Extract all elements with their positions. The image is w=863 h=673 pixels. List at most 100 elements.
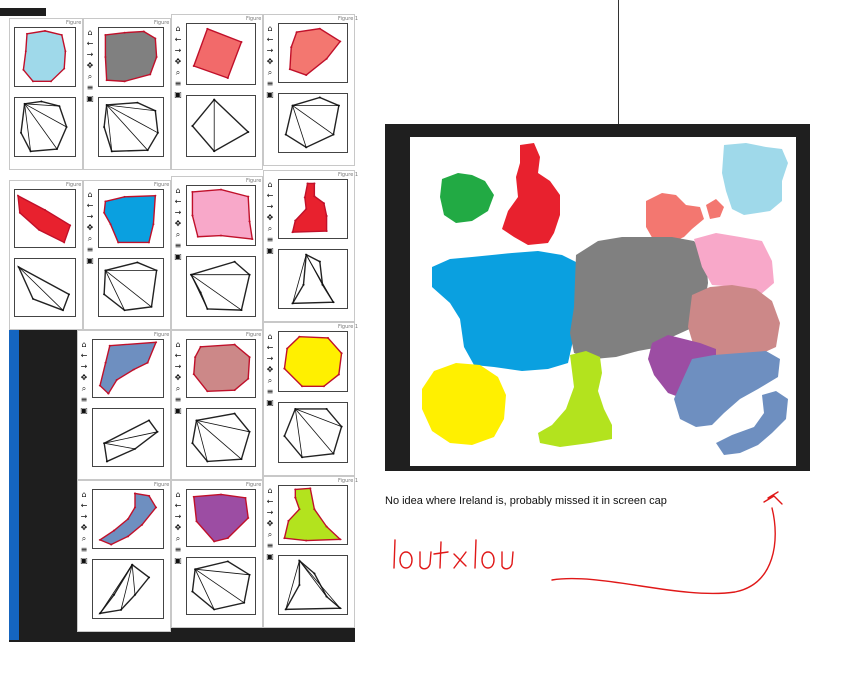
configure-icon[interactable]: ≡ <box>266 542 275 550</box>
configure-icon[interactable]: ≡ <box>80 546 89 554</box>
pan-icon[interactable]: ✥ <box>80 374 89 382</box>
figure-window-6[interactable]: Figure 1 ⌂ ← → ✥ ⌕ ≡ ▣ <box>83 180 174 330</box>
configure-icon[interactable]: ≡ <box>266 388 275 396</box>
pan-icon[interactable]: ✥ <box>86 62 95 70</box>
zoom-icon[interactable]: ⌕ <box>266 531 275 539</box>
configure-icon[interactable]: ≡ <box>174 396 183 404</box>
zoom-icon[interactable]: ⌕ <box>86 73 95 81</box>
back-icon[interactable]: ← <box>266 192 275 200</box>
save-icon[interactable]: ▣ <box>174 253 183 261</box>
filled-polygon <box>18 196 70 243</box>
configure-icon[interactable]: ≡ <box>174 80 183 88</box>
home-icon[interactable]: ⌂ <box>266 333 275 341</box>
pan-icon[interactable]: ✥ <box>174 374 183 382</box>
back-icon[interactable]: ← <box>266 498 275 506</box>
home-icon[interactable]: ⌂ <box>266 487 275 495</box>
pan-icon[interactable]: ✥ <box>80 524 89 532</box>
figure-window-14[interactable]: Figure 1 ⌂ ← → ✥ ⌕ ≡ ▣ <box>263 476 358 628</box>
save-icon[interactable]: ▣ <box>86 95 95 103</box>
back-icon[interactable]: ← <box>174 352 183 360</box>
home-icon[interactable]: ⌂ <box>266 25 275 33</box>
forward-icon[interactable]: → <box>266 355 275 363</box>
pan-icon[interactable]: ✥ <box>266 366 275 374</box>
zoom-icon[interactable]: ⌕ <box>266 377 275 385</box>
configure-icon[interactable]: ≡ <box>80 396 89 404</box>
zoom-icon[interactable]: ⌕ <box>80 535 89 543</box>
back-icon[interactable]: ← <box>80 352 89 360</box>
configure-icon[interactable]: ≡ <box>86 84 95 92</box>
pan-icon[interactable]: ✥ <box>174 58 183 66</box>
forward-icon[interactable]: → <box>86 213 95 221</box>
figure-window-9[interactable]: Figure 1 ⌂ ← → ✥ ⌕ ≡ ▣ <box>77 330 174 480</box>
forward-icon[interactable]: → <box>80 363 89 371</box>
home-icon[interactable]: ⌂ <box>86 29 95 37</box>
configure-icon[interactable]: ≡ <box>86 246 95 254</box>
configure-icon[interactable]: ≡ <box>174 242 183 250</box>
forward-icon[interactable]: → <box>86 51 95 59</box>
figure-window-2[interactable]: Figure 1 ⌂ ← → ✥ ⌕ ≡ ▣ <box>83 18 174 170</box>
home-icon[interactable]: ⌂ <box>86 191 95 199</box>
back-icon[interactable]: ← <box>174 36 183 44</box>
save-icon[interactable]: ▣ <box>266 399 275 407</box>
forward-icon[interactable]: → <box>174 47 183 55</box>
back-icon[interactable]: ← <box>80 502 89 510</box>
save-icon[interactable]: ▣ <box>174 91 183 99</box>
figure-window-4[interactable]: Figure 1 ⌂ ← → ✥ ⌕ ≡ ▣ <box>263 14 358 166</box>
zoom-icon[interactable]: ⌕ <box>174 385 183 393</box>
figure-window-5[interactable]: Figure 1 <box>9 180 86 330</box>
back-icon[interactable]: ← <box>86 40 95 48</box>
forward-icon[interactable]: → <box>80 513 89 521</box>
save-icon[interactable]: ▣ <box>80 407 89 415</box>
pan-icon[interactable]: ✥ <box>266 214 275 222</box>
forward-icon[interactable]: → <box>174 513 183 521</box>
pan-icon[interactable]: ✥ <box>266 520 275 528</box>
figure-window-7[interactable]: Figure 1 ⌂ ← → ✥ ⌕ ≡ ▣ <box>171 176 266 330</box>
pan-icon[interactable]: ✥ <box>174 220 183 228</box>
back-icon[interactable]: ← <box>266 36 275 44</box>
zoom-icon[interactable]: ⌕ <box>174 535 183 543</box>
forward-icon[interactable]: → <box>174 363 183 371</box>
configure-icon[interactable]: ≡ <box>266 80 275 88</box>
back-icon[interactable]: ← <box>174 198 183 206</box>
zoom-icon[interactable]: ⌕ <box>266 225 275 233</box>
save-icon[interactable]: ▣ <box>174 407 183 415</box>
back-icon[interactable]: ← <box>174 502 183 510</box>
zoom-icon[interactable]: ⌕ <box>266 69 275 77</box>
figure-window-8[interactable]: Figure 1 ⌂ ← → ✥ ⌕ ≡ ▣ <box>263 170 358 322</box>
forward-icon[interactable]: → <box>174 209 183 217</box>
forward-icon[interactable]: → <box>266 203 275 211</box>
save-icon[interactable]: ▣ <box>266 553 275 561</box>
home-icon[interactable]: ⌂ <box>80 341 89 349</box>
pan-icon[interactable]: ✥ <box>86 224 95 232</box>
save-icon[interactable]: ▣ <box>86 257 95 265</box>
forward-icon[interactable]: → <box>266 47 275 55</box>
pan-icon[interactable]: ✥ <box>174 524 183 532</box>
back-icon[interactable]: ← <box>266 344 275 352</box>
figure-window-12[interactable]: Figure 1 ⌂ ← → ✥ ⌕ ≡ ▣ <box>77 480 174 632</box>
figure-window-1[interactable]: Figure 1 <box>9 18 86 170</box>
forward-icon[interactable]: → <box>266 509 275 517</box>
back-icon[interactable]: ← <box>86 202 95 210</box>
figure-window-10[interactable]: Figure 1 ⌂ ← → ✥ ⌕ ≡ ▣ <box>171 330 266 480</box>
figure-window-3[interactable]: Figure 1 ⌂ ← → ✥ ⌕ ≡ ▣ <box>171 14 266 170</box>
figure-window-11[interactable]: Figure 1 ⌂ ← → ✥ ⌕ ≡ ▣ <box>263 322 358 476</box>
save-icon[interactable]: ▣ <box>174 557 183 565</box>
home-icon[interactable]: ⌂ <box>266 181 275 189</box>
pan-icon[interactable]: ✥ <box>266 58 275 66</box>
configure-icon[interactable]: ≡ <box>174 546 183 554</box>
home-icon[interactable]: ⌂ <box>174 187 183 195</box>
vertex-point <box>146 361 149 364</box>
home-icon[interactable]: ⌂ <box>174 25 183 33</box>
save-icon[interactable]: ▣ <box>266 91 275 99</box>
home-icon[interactable]: ⌂ <box>174 491 183 499</box>
zoom-icon[interactable]: ⌕ <box>174 231 183 239</box>
save-icon[interactable]: ▣ <box>266 247 275 255</box>
figure-window-13[interactable]: Figure 1 ⌂ ← → ✥ ⌕ ≡ ▣ <box>171 480 266 628</box>
home-icon[interactable]: ⌂ <box>174 341 183 349</box>
zoom-icon[interactable]: ⌕ <box>86 235 95 243</box>
zoom-icon[interactable]: ⌕ <box>80 385 89 393</box>
home-icon[interactable]: ⌂ <box>80 491 89 499</box>
save-icon[interactable]: ▣ <box>80 557 89 565</box>
configure-icon[interactable]: ≡ <box>266 236 275 244</box>
zoom-icon[interactable]: ⌕ <box>174 69 183 77</box>
